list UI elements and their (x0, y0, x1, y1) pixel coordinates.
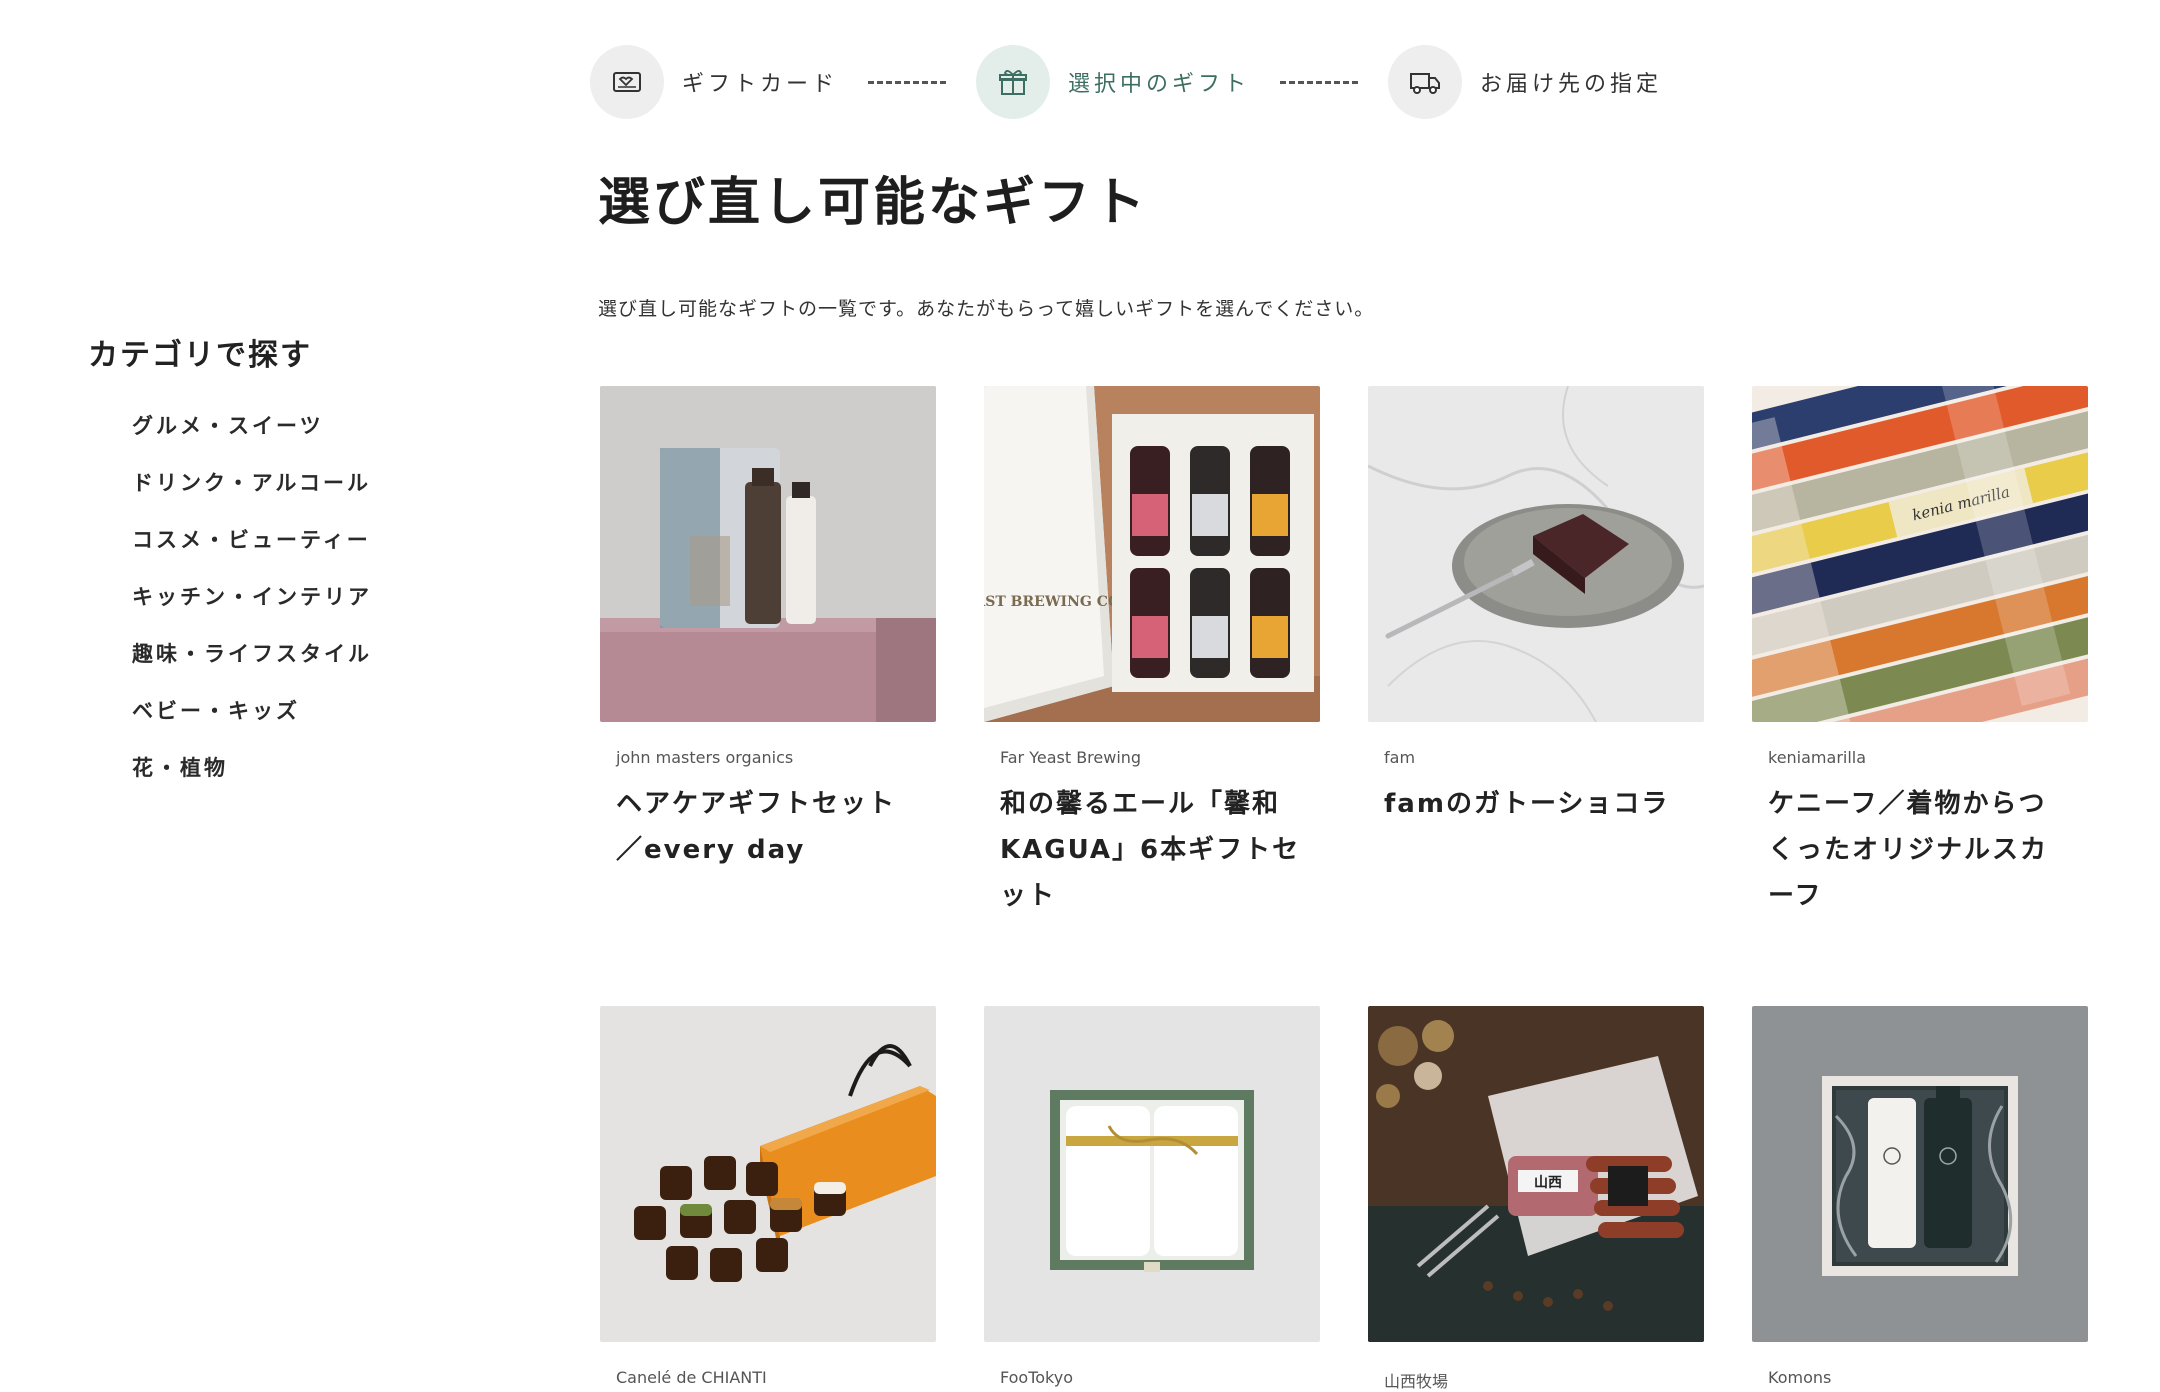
product-card[interactable]: john masters organics ヘアケアギフトセット／every d… (600, 386, 936, 1006)
category-drink-alcohol[interactable]: ドリンク・アルコール (132, 455, 428, 512)
product-name[interactable]: ヘアケアギフトセット／every day (616, 781, 920, 873)
step-divider (1280, 80, 1359, 84)
product-brand: FooTokyo (1000, 1368, 1074, 1387)
gift-card-icon (590, 45, 664, 119)
product-image (600, 386, 936, 722)
category-flower-plant[interactable]: 花・植物 (132, 740, 428, 797)
delivery-truck-icon (1388, 45, 1463, 119)
step-selected-gift[interactable]: 選択中のギフト (976, 45, 1250, 119)
product-brand: Canelé de CHIANTI (616, 1368, 767, 1387)
page-title: 選び直し可能なギフト (598, 173, 1149, 233)
product-image (984, 1006, 1320, 1342)
category-hobby-lifestyle[interactable]: 趣味・ライフスタイル (132, 626, 428, 683)
product-image (1752, 1006, 2088, 1342)
step-label: 選択中のギフト (1068, 72, 1251, 97)
product-image (1368, 386, 1704, 722)
product-name[interactable]: 和の馨るエール「馨和 KAGUA」6本ギフトセット (1000, 781, 1304, 919)
step-delivery[interactable]: お届け先の指定 (1388, 45, 1662, 119)
category-kitchen-interior[interactable]: キッチン・インテリア (132, 569, 428, 626)
product-grid: john masters organics ヘアケアギフトセット／every d… (600, 386, 2088, 1392)
product-card[interactable]: FooTokyo (984, 1006, 1320, 1392)
product-brand: john masters organics (616, 748, 794, 767)
category-sidebar: カテゴリで探す グルメ・スイーツ ドリンク・アルコール コスメ・ビューティー キ… (88, 330, 428, 797)
product-card[interactable]: fam famのガトーショコラ (1368, 386, 1704, 1006)
product-name[interactable]: ケニーフ／着物からつくったオリジナルスカーフ (1768, 781, 2072, 919)
product-brand: keniamarilla (1768, 748, 1867, 767)
product-image (600, 1006, 936, 1342)
category-list: グルメ・スイーツ ドリンク・アルコール コスメ・ビューティー キッチン・インテリ… (88, 398, 428, 797)
gift-box-icon (976, 45, 1051, 119)
category-gourmet-sweets[interactable]: グルメ・スイーツ (132, 398, 428, 455)
step-divider (868, 80, 947, 84)
meat-label: 山西 (1534, 1175, 1562, 1191)
product-image: kenia marilla (1752, 386, 2088, 722)
product-image: 山西 (1368, 1006, 1704, 1342)
category-cosme-beauty[interactable]: コスメ・ビューティー (132, 512, 428, 569)
product-card[interactable]: Canelé de CHIANTI (600, 1006, 936, 1392)
step-gift-card[interactable]: ギフトカード (590, 45, 838, 119)
product-card[interactable]: Komons (1752, 1006, 2088, 1392)
step-label: ギフトカード (682, 72, 839, 97)
product-card[interactable]: 山西 山西牧場 (1368, 1006, 1704, 1392)
product-name[interactable]: famのガトーショコラ (1384, 781, 1688, 827)
product-brand: 山西牧場 (1384, 1372, 1449, 1391)
product-brand: Far Yeast Brewing (1000, 748, 1142, 767)
step-label: お届け先の指定 (1480, 72, 1663, 97)
category-baby-kids[interactable]: ベビー・キッズ (132, 683, 428, 740)
checkout-stepper: ギフトカード 選択中のギフト お届け先の指定 (590, 45, 1662, 119)
product-brand: fam (1384, 748, 1416, 767)
page-description: 選び直し可能なギフトの一覧です。あなたがもらって嬉しいギフトを選んでください。 (598, 298, 1375, 320)
product-brand: Komons (1768, 1368, 1832, 1387)
product-card[interactable]: FAR YEAST BREWING COMPANY Far Yeast B (984, 386, 1320, 1006)
product-card[interactable]: kenia marilla keniamarilla ケニーフ／着物からつくった… (1752, 386, 2088, 1006)
sidebar-title: カテゴリで探す (88, 338, 312, 373)
product-image: FAR YEAST BREWING COMPANY (984, 386, 1320, 722)
